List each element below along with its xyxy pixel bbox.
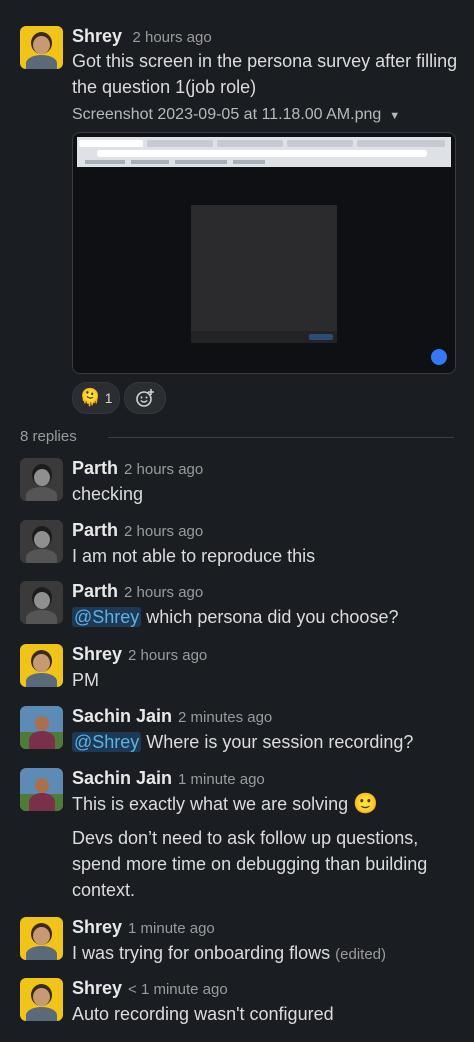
avatar[interactable] [20, 768, 63, 811]
message-body: Where is your session recording? [141, 732, 414, 752]
smiley-icon: 🙂 [353, 793, 379, 815]
author-name[interactable]: Shrey [72, 978, 122, 998]
message-header: Shrey 2 hours ago [72, 26, 212, 47]
browser-chrome [77, 137, 451, 167]
author-name[interactable]: Parth [72, 520, 118, 540]
message-body: This is exactly what we are solving [72, 794, 349, 814]
message-line: spend more time on debugging than buildi… [72, 854, 428, 874]
message-text: This is exactly what we are solving 🙂 [72, 791, 378, 817]
message-text: Got this screen in the persona survey af… [72, 48, 457, 100]
timestamp[interactable]: 2 hours ago [132, 29, 211, 46]
author-name[interactable]: Sachin Jain [72, 706, 172, 726]
reaction-chip[interactable]: 🫠 1 [72, 382, 120, 414]
message-line: Devs don’t need to ask follow up questio… [72, 828, 419, 848]
file-name[interactable]: Screenshot 2023-09-05 at 11.18.00 AM.png [72, 106, 381, 123]
chevron-down-icon[interactable]: ▼ [389, 110, 400, 122]
modal-footer [191, 331, 337, 343]
author-name[interactable]: Shrey [72, 26, 122, 46]
message-text: Auto recording wasn't configured [72, 1004, 334, 1024]
timestamp[interactable]: 2 hours ago [124, 584, 203, 601]
browser-tab [217, 140, 283, 147]
message-body: I was trying for onboarding flows [72, 943, 331, 963]
message-text: Devs don’t need to ask follow up questio… [72, 825, 427, 903]
bookmark [175, 160, 227, 164]
replies-divider: 8 replies [20, 428, 454, 446]
edited-label: (edited) [335, 946, 387, 963]
address-bar [97, 150, 427, 157]
author-name[interactable]: Shrey [72, 917, 122, 937]
browser-tab [79, 140, 143, 147]
browser-tab [357, 140, 445, 147]
avatar[interactable] [20, 706, 63, 749]
replies-count[interactable]: 8 replies [20, 428, 77, 445]
add-reaction-button[interactable] [124, 382, 166, 414]
avatar[interactable] [20, 26, 63, 69]
chat-widget-icon [431, 349, 447, 365]
timestamp[interactable]: 2 hours ago [124, 523, 203, 540]
reaction-count: 1 [104, 390, 113, 406]
user-mention[interactable]: @Shrey [72, 607, 142, 627]
message-text: checking [72, 484, 144, 504]
timestamp[interactable]: 1 minute ago [178, 771, 265, 788]
author-name[interactable]: Parth [72, 581, 118, 601]
survey-modal [191, 205, 337, 343]
user-mention[interactable]: @Shrey [72, 732, 142, 752]
melting-face-icon: 🫠 [79, 388, 101, 407]
message-text: @Shrey Where is your session recording? [72, 729, 413, 755]
timestamp[interactable]: < 1 minute ago [128, 981, 228, 998]
avatar[interactable] [20, 458, 63, 501]
message-body: which persona did you choose? [141, 607, 399, 627]
author-name[interactable]: Sachin Jain [72, 768, 172, 788]
timestamp[interactable]: 2 hours ago [124, 461, 203, 478]
attachment-title[interactable]: Screenshot 2023-09-05 at 11.18.00 AM.png… [72, 106, 400, 124]
message-text: I am not able to reproduce this [72, 546, 316, 566]
avatar[interactable] [20, 520, 63, 563]
message-text: PM [72, 670, 99, 690]
message-line: context. [72, 880, 136, 900]
browser-tab [147, 140, 213, 147]
bookmark [85, 160, 125, 164]
timestamp[interactable]: 2 minutes ago [178, 709, 272, 726]
browser-tab [287, 140, 353, 147]
continue-button [309, 334, 333, 340]
avatar[interactable] [20, 581, 63, 624]
message-text: @Shrey which persona did you choose? [72, 604, 398, 630]
add-emoji-icon [136, 389, 154, 407]
message-line: the question 1(job role) [72, 77, 257, 97]
message-line: Got this screen in the persona survey af… [72, 51, 458, 71]
timestamp[interactable]: 1 minute ago [128, 920, 215, 937]
message-text: I was trying for onboarding flows (edite… [72, 940, 386, 968]
timestamp[interactable]: 2 hours ago [128, 647, 207, 664]
author-name[interactable]: Parth [72, 458, 118, 478]
avatar[interactable] [20, 978, 63, 1021]
bookmark [131, 160, 169, 164]
avatar[interactable] [20, 917, 63, 960]
author-name[interactable]: Shrey [72, 644, 122, 664]
divider-line [108, 437, 454, 438]
bookmark [233, 160, 265, 164]
avatar[interactable] [20, 644, 63, 687]
screenshot-attachment[interactable] [72, 132, 456, 374]
